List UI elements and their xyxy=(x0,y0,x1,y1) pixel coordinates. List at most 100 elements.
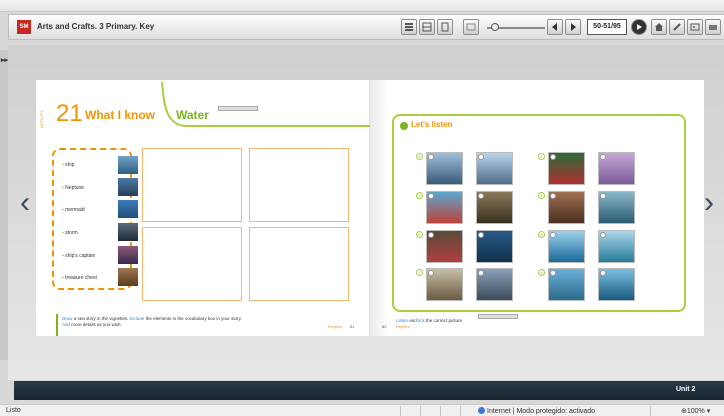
answer-photo[interactable] xyxy=(548,191,585,224)
answer-photo[interactable] xyxy=(598,191,635,224)
footer-brand: Rhythm xyxy=(328,324,342,329)
right-page: Let's listen 1 2 3 4 5 6 7 8 Listen and … xyxy=(370,80,704,336)
listen-icon xyxy=(400,122,408,130)
treasure-chest-image xyxy=(118,268,138,286)
tick-circle[interactable] xyxy=(478,193,484,199)
vocab-item: ▪ Neptune xyxy=(62,185,85,191)
status-text: Listo xyxy=(6,407,21,414)
ship-image xyxy=(118,156,138,174)
page-number: 82 xyxy=(382,324,387,329)
answer-photo[interactable] xyxy=(476,230,513,263)
gallery-icon[interactable] xyxy=(687,19,703,35)
tick-circle[interactable] xyxy=(428,270,434,276)
item-number: 1 xyxy=(416,153,423,160)
answer-photo[interactable] xyxy=(548,230,585,263)
next-page-icon[interactable] xyxy=(565,19,581,35)
answer-photo[interactable] xyxy=(598,152,635,185)
answer-photo[interactable] xyxy=(598,230,635,263)
answer-photo[interactable] xyxy=(548,152,585,185)
vocab-item: ▪ treasure chest xyxy=(62,275,97,281)
audio-player[interactable] xyxy=(218,106,258,111)
answer-photo[interactable] xyxy=(426,230,463,263)
vocab-item: ▪ ship's captain xyxy=(62,253,96,259)
vignette-3[interactable] xyxy=(142,227,242,301)
side-panel-strip[interactable] xyxy=(0,50,8,360)
topic-title: Water xyxy=(176,108,209,122)
page-number: 51 xyxy=(350,324,355,329)
single-page-icon[interactable] xyxy=(437,19,453,35)
vocab-item: ▪ ship xyxy=(62,162,75,168)
answer-photo[interactable] xyxy=(426,268,463,301)
answer-photo[interactable] xyxy=(426,152,463,185)
tick-circle[interactable] xyxy=(478,154,484,160)
instruction-bar xyxy=(56,314,58,336)
tick-circle[interactable] xyxy=(600,232,606,238)
tick-circle[interactable] xyxy=(550,193,556,199)
app-logo: SM xyxy=(17,20,31,34)
item-number: 2 xyxy=(538,153,545,160)
tick-circle[interactable] xyxy=(428,193,434,199)
status-divider xyxy=(400,406,401,416)
previous-spread-icon[interactable]: ‹ xyxy=(20,188,30,218)
vignette-2[interactable] xyxy=(249,148,349,222)
tick-circle[interactable] xyxy=(600,154,606,160)
tick-circle[interactable] xyxy=(550,270,556,276)
vocabulary-box: ▪ ship ▪ Neptune ▪ mermaid ▪ storm ▪ shi… xyxy=(52,148,138,290)
footer-brand: Rhythm xyxy=(396,324,410,329)
pen-tool-icon[interactable] xyxy=(669,19,685,35)
unit-label[interactable]: Unit 2 xyxy=(676,386,695,393)
answer-photo[interactable] xyxy=(426,191,463,224)
item-number: 8 xyxy=(538,269,545,276)
tick-circle[interactable] xyxy=(600,193,606,199)
globe-icon xyxy=(478,407,485,414)
tick-circle[interactable] xyxy=(550,154,556,160)
answer-photo[interactable] xyxy=(476,152,513,185)
answer-photo[interactable] xyxy=(598,268,635,301)
status-divider xyxy=(460,406,461,416)
vignette-4[interactable] xyxy=(249,227,349,301)
instructions: Draw a sea story in the vignettes. Inclu… xyxy=(62,316,242,327)
go-to-page-icon[interactable] xyxy=(631,19,647,35)
item-number: 5 xyxy=(416,231,423,238)
answer-photo[interactable] xyxy=(476,191,513,224)
status-divider xyxy=(420,406,421,416)
previous-page-icon[interactable] xyxy=(547,19,563,35)
status-bar: Listo Internet | Modo protegido: activad… xyxy=(0,404,724,416)
answer-photo[interactable] xyxy=(476,268,513,301)
zoom-level[interactable]: ⊕100% ▾ xyxy=(681,407,710,415)
tick-circle[interactable] xyxy=(428,154,434,160)
page-number-field[interactable]: 50-51/95 xyxy=(587,19,627,35)
resources-icon[interactable] xyxy=(705,19,721,35)
item-number: 7 xyxy=(416,269,423,276)
answer-photo[interactable] xyxy=(548,268,585,301)
item-number: 6 xyxy=(538,231,545,238)
item-number: 4 xyxy=(538,192,545,199)
storm-image xyxy=(118,223,138,241)
vocab-item: ▪ storm xyxy=(62,230,78,236)
next-spread-icon[interactable]: › xyxy=(704,188,714,218)
neptune-image xyxy=(118,178,138,196)
tick-circle[interactable] xyxy=(550,232,556,238)
app-title: Arts and Crafts. 3 Primary. Key xyxy=(37,22,155,31)
list-view-icon[interactable] xyxy=(401,19,417,35)
bottom-navigation-bar: Unit 2 xyxy=(14,381,724,400)
zoom-slider-handle[interactable] xyxy=(491,23,499,31)
listen-title: Let's listen xyxy=(411,120,453,129)
activity-label: ACTIVITY xyxy=(39,110,44,129)
grid-view-icon[interactable] xyxy=(419,19,435,35)
mermaid-image xyxy=(118,200,138,218)
home-icon[interactable] xyxy=(651,19,667,35)
expand-panel-icon[interactable]: ▸▸ xyxy=(1,56,8,64)
tick-circle[interactable] xyxy=(600,270,606,276)
section-title: What I know xyxy=(85,108,155,122)
vignette-1[interactable] xyxy=(142,148,242,222)
chevron-down-icon: ▾ xyxy=(704,408,711,415)
tick-circle[interactable] xyxy=(428,232,434,238)
audio-player[interactable] xyxy=(478,314,518,319)
status-divider xyxy=(650,406,651,416)
security-zone[interactable]: Internet | Modo protegido: activado xyxy=(478,407,595,415)
tick-circle[interactable] xyxy=(478,270,484,276)
status-divider xyxy=(440,406,441,416)
fit-page-icon[interactable] xyxy=(463,19,479,35)
tick-circle[interactable] xyxy=(478,232,484,238)
